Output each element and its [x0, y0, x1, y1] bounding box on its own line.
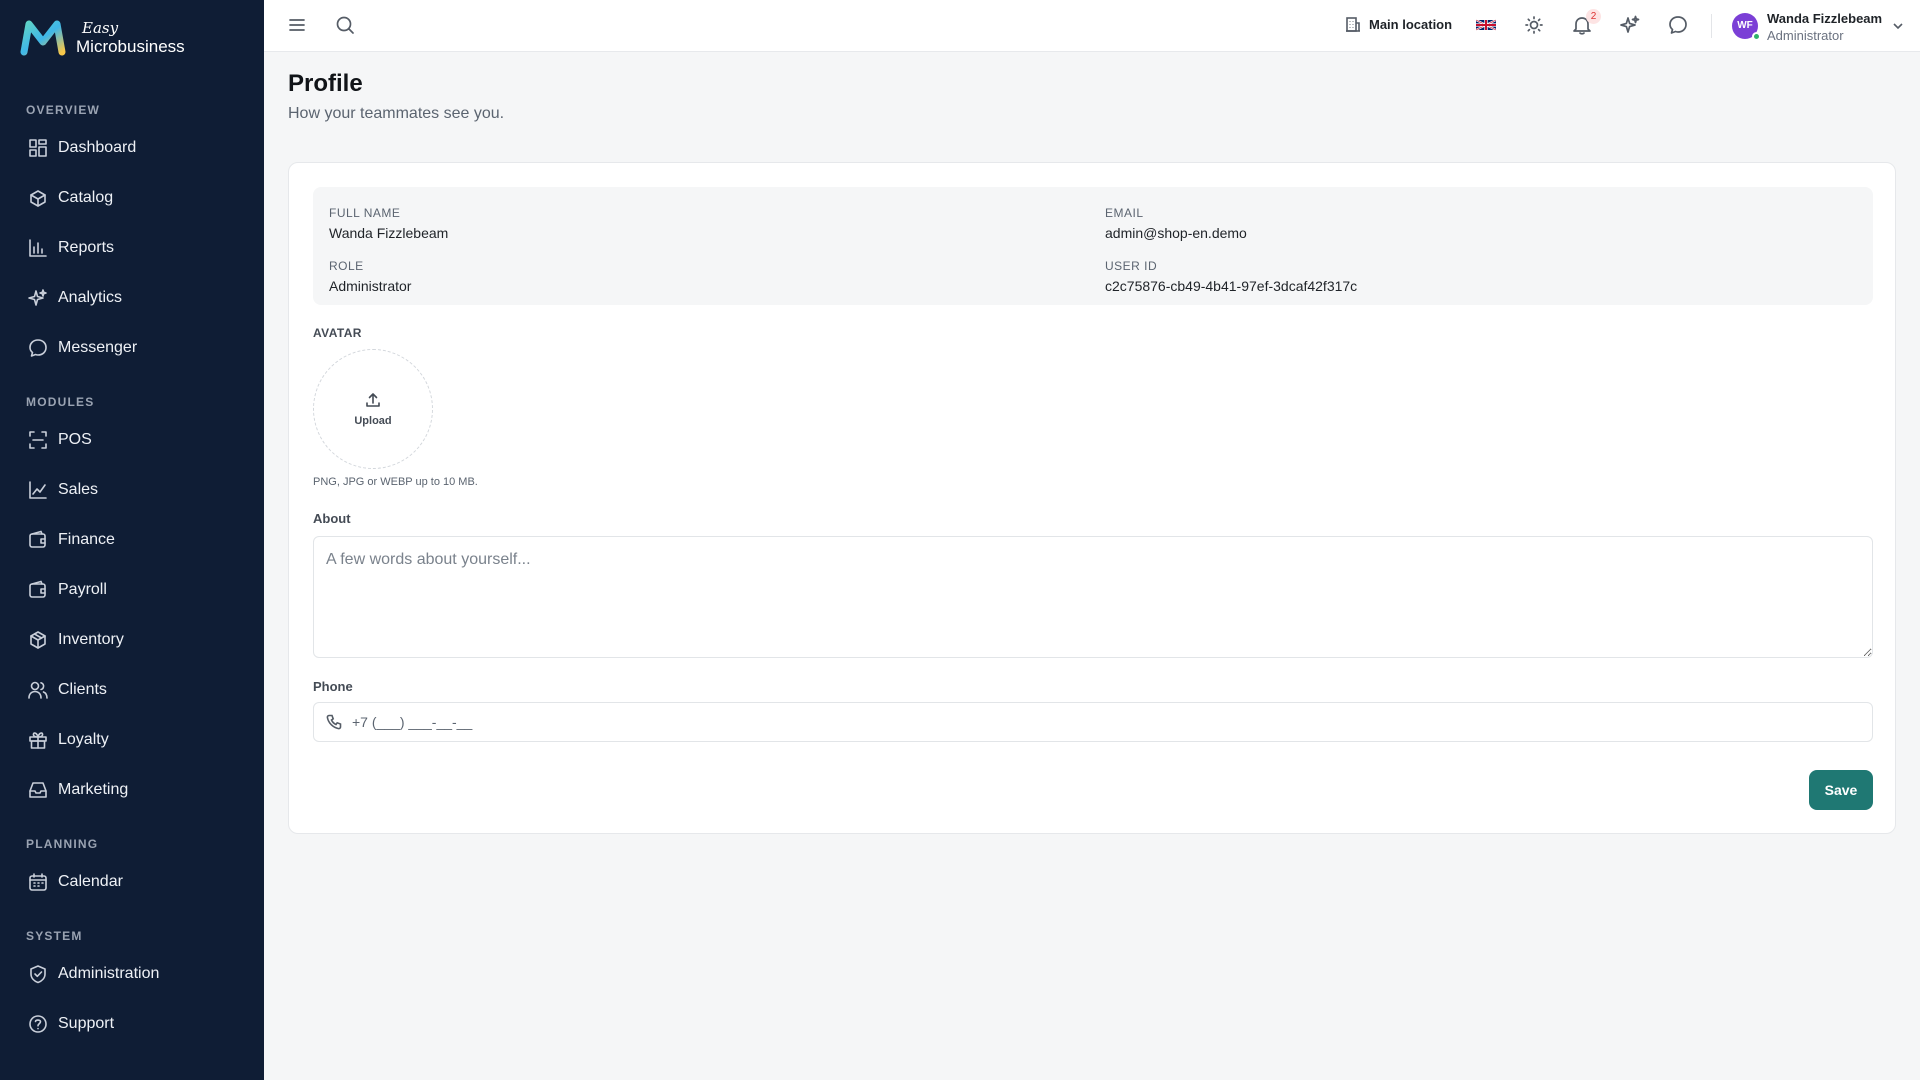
calendar-icon [29, 873, 47, 891]
shield-icon [30, 965, 46, 984]
sidebar-item-analytics[interactable]: Analytics [28, 280, 248, 316]
uk-flag-icon[interactable] [1476, 18, 1496, 32]
sidebar-item-loyalty[interactable]: Loyalty [28, 722, 248, 758]
inbox-icon [29, 782, 47, 798]
sidebar-item-calendar[interactable]: Calendar [28, 864, 248, 900]
sidebar-item-label: Inventory [58, 631, 124, 648]
wallet-icon [29, 530, 46, 548]
full-name-value: Wanda Fizzlebeam [329, 225, 449, 241]
trend-icon [29, 481, 47, 499]
gift-icon [29, 732, 47, 749]
user-id-value: c2c75876-cb49-4b41-97ef-3dcaf42f317c [1105, 278, 1358, 294]
about-textarea[interactable] [313, 536, 1873, 658]
box-icon [30, 631, 46, 649]
sidebar-item-dashboard[interactable]: Dashboard [28, 130, 248, 166]
phone-field[interactable] [313, 702, 1873, 742]
email-label: EMAIL [1105, 206, 1144, 220]
sidebar-item-clients[interactable]: Clients [28, 672, 248, 708]
nav-section-planning: PLANNING [26, 837, 99, 851]
location-selector[interactable]: Main location [1344, 15, 1452, 33]
phone-label: Phone [313, 679, 353, 694]
online-status-dot [1752, 32, 1761, 41]
sidebar-item-label: POS [58, 431, 92, 448]
sidebar-item-label: Loyalty [58, 731, 109, 748]
theme-toggle-icon[interactable] [1523, 14, 1545, 36]
scan-icon [29, 431, 47, 449]
sidebar-item-marketing[interactable]: Marketing [28, 772, 248, 808]
menu-icon[interactable] [286, 14, 308, 36]
about-label: About [313, 511, 351, 526]
building-icon [1346, 17, 1360, 32]
sparkle-icon [28, 289, 47, 306]
upload-label: Upload [354, 415, 392, 427]
sidebar-item-label: Sales [58, 481, 99, 498]
sidebar-item-label: Calendar [58, 873, 123, 890]
nav-section-overview: OVERVIEW [26, 103, 101, 117]
brand-name: Microbusiness [76, 37, 185, 56]
logo-mark-icon [20, 20, 66, 56]
chat-icon [29, 339, 47, 357]
email-value: admin@shop-en.demo [1105, 225, 1247, 241]
avatar-upload-button[interactable]: Upload [313, 349, 433, 469]
sidebar-item-label: Catalog [58, 189, 114, 206]
sidebar-item-support[interactable]: Support [28, 1006, 248, 1042]
sidebar-item-label: Payroll [58, 581, 107, 598]
nav-section-modules: MODULES [26, 395, 95, 409]
search-icon[interactable] [334, 14, 356, 36]
sidebar-item-label: Marketing [58, 781, 129, 798]
notification-badge: 2 [1586, 9, 1601, 24]
page-subtitle: How your teammates see you. [288, 105, 505, 122]
sidebar-item-label: Clients [58, 681, 107, 698]
sidebar-item-sales[interactable]: Sales [28, 472, 248, 508]
sidebar-item-finance[interactable]: Finance [28, 522, 248, 558]
reports-icon [29, 239, 47, 257]
role-label: ROLE [329, 259, 364, 273]
catalog-icon [30, 190, 46, 207]
sidebar-item-reports[interactable]: Reports [28, 230, 248, 266]
save-button[interactable]: Save [1809, 770, 1873, 810]
sidebar-item-label: Administration [58, 965, 160, 982]
page-title: Profile [288, 70, 363, 97]
sidebar-item-label: Analytics [58, 289, 123, 306]
profile-info-box: FULL NAME Wanda Fizzlebeam EMAIL admin@s… [313, 187, 1873, 305]
sidebar-item-administration[interactable]: Administration [28, 956, 248, 992]
wallet-icon [29, 580, 46, 598]
phone-icon [326, 714, 342, 730]
sidebar-item-label: Reports [58, 239, 115, 256]
user-role: Administrator [1767, 28, 1844, 43]
sidebar-item-label: Messenger [58, 339, 138, 356]
brand-easy: Easy [82, 19, 119, 37]
sidebar-item-payroll[interactable]: Payroll [28, 572, 248, 608]
sidebar-item-catalog[interactable]: Catalog [28, 180, 248, 216]
brand-logo[interactable]: Easy Microbusiness [20, 18, 185, 58]
phone-input[interactable] [352, 714, 1752, 730]
sidebar-item-pos[interactable]: POS [28, 422, 248, 458]
sidebar-item-label: Finance [58, 531, 115, 548]
full-name-label: FULL NAME [329, 206, 401, 220]
users-icon [28, 681, 48, 699]
upload-icon [366, 393, 380, 407]
dashboard-icon [29, 139, 47, 157]
avatar-hint: PNG, JPG or WEBP up to 10 MB. [313, 476, 478, 488]
avatar-label: AVATAR [313, 326, 362, 340]
sidebar-item-inventory[interactable]: Inventory [28, 622, 248, 658]
topbar-divider [1711, 14, 1712, 38]
sidebar-item-messenger[interactable]: Messenger [28, 330, 248, 366]
user-name[interactable]: Wanda Fizzlebeam [1767, 11, 1882, 26]
role-value: Administrator [329, 278, 412, 294]
help-icon [29, 1015, 47, 1033]
sparkle-icon[interactable] [1619, 14, 1641, 36]
chat-icon[interactable] [1667, 14, 1689, 36]
topbar: Main location 2 WF Wanda Fizzlebeam Admi… [264, 0, 1920, 52]
nav-section-system: SYSTEM [26, 929, 83, 943]
sidebar-item-label: Support [58, 1015, 115, 1032]
sidebar-item-label: Dashboard [58, 139, 137, 156]
chevron-down-icon[interactable] [1891, 19, 1905, 33]
user-id-label: USER ID [1105, 259, 1158, 273]
sidebar: Easy Microbusiness OVERVIEW Dashboard Ca… [0, 0, 264, 1080]
profile-card: FULL NAME Wanda Fizzlebeam EMAIL admin@s… [288, 162, 1896, 834]
location-label: Main location [1369, 16, 1453, 32]
